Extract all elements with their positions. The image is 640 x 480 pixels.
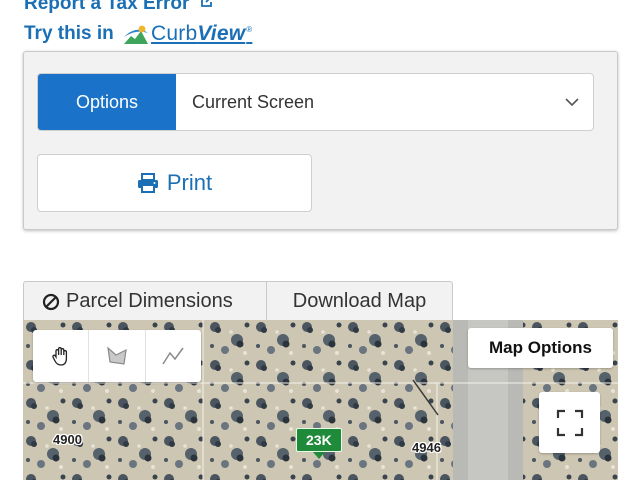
map-marker-label: 23K xyxy=(296,428,342,452)
map-tabs: Parcel Dimensions Download Map xyxy=(23,281,453,321)
printer-icon xyxy=(137,173,158,193)
curbview-wordmark: CurbView® xyxy=(151,22,253,45)
try-curbview-link[interactable]: Try this in CurbView® xyxy=(24,22,252,46)
parcel-label-4900: 4900 xyxy=(53,432,82,447)
map-marker-pointer xyxy=(312,452,325,459)
map-draw-tools xyxy=(33,330,201,382)
options-select-value: Current Screen xyxy=(192,91,315,112)
fullscreen-icon xyxy=(556,409,583,436)
options-select[interactable]: Options Current Screen xyxy=(37,73,594,131)
fullscreen-button[interactable] xyxy=(539,392,600,453)
report-tax-error-link[interactable]: Report a Tax Error xyxy=(24,0,215,15)
draw-line-icon[interactable] xyxy=(146,330,201,382)
ban-icon xyxy=(42,293,60,310)
page: Report a Tax Error Try this in CurbView®… xyxy=(0,0,640,480)
chevron-down-icon xyxy=(565,98,579,107)
map-options-button[interactable]: Map Options xyxy=(468,328,613,368)
draw-area-icon[interactable] xyxy=(89,330,146,382)
tab-download-map[interactable]: Download Map xyxy=(267,281,453,321)
curbview-logo: CurbView® xyxy=(123,22,252,46)
options-panel: Options Current Screen Print xyxy=(23,51,618,230)
parcel-map[interactable]: Map Options 4900 4946 23K xyxy=(23,320,618,480)
external-link-icon xyxy=(199,0,215,15)
print-button-label: Print xyxy=(166,170,213,195)
options-select-value-box[interactable]: Current Screen xyxy=(176,74,593,130)
curbview-logo-icon xyxy=(124,25,149,44)
tab-parcel-dimensions[interactable]: Parcel Dimensions xyxy=(23,281,267,321)
try-this-in-label: Try this in xyxy=(24,23,114,45)
tab-download-map-label: Download Map xyxy=(292,290,427,312)
tab-parcel-dimensions-label: Parcel Dimensions xyxy=(66,290,233,312)
report-tax-error-label: Report a Tax Error xyxy=(24,0,190,15)
parcel-label-4946: 4946 xyxy=(412,440,441,455)
print-button[interactable]: Print xyxy=(37,154,312,212)
options-select-label: Options xyxy=(38,74,176,130)
map-marker[interactable]: 23K xyxy=(296,428,342,459)
pan-hand-icon[interactable] xyxy=(33,330,90,382)
